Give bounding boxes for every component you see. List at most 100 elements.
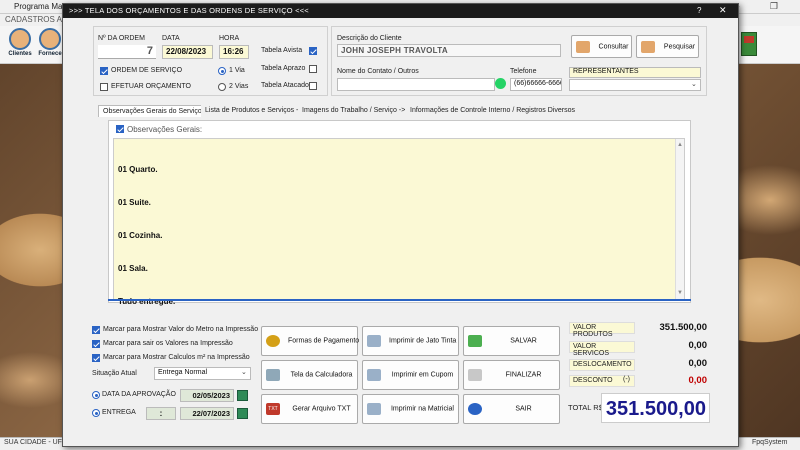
valor-produtos-label: VALOR PRODUTOS: [569, 322, 635, 338]
observacoes-textarea[interactable]: 01 Quarto. 01 Suite. 01 Cozinha. 01 Sala…: [113, 138, 685, 306]
data-aprovacao-label: DATA DA APROVAÇÃO: [102, 391, 176, 398]
data-aprovacao-radio[interactable]: [92, 391, 100, 399]
close-button[interactable]: ✕: [719, 5, 727, 16]
tabela-atacado-checkbox[interactable]: [309, 82, 317, 90]
phone-field[interactable]: (66)66666-6666: [510, 78, 562, 91]
whatsapp-icon[interactable]: [495, 78, 506, 89]
finalizar-button[interactable]: FINALIZAR: [463, 360, 560, 390]
two-copies-radio[interactable]: [218, 83, 226, 91]
tab-produtos[interactable]: Lista de Produtos e Serviços ->: [201, 105, 307, 117]
date-label: DATA: [162, 35, 180, 42]
orders-window-title: >>> TELA DOS ORÇAMENTOS E DAS ORDENS DE …: [69, 6, 309, 15]
sair-label: SAIR: [515, 405, 532, 413]
hour-label: HORA: [219, 35, 240, 42]
order-number-field[interactable]: 7: [98, 45, 156, 59]
tabela-aprazo-label: Tabela Aprazo: [261, 65, 306, 72]
date-field[interactable]: 22/08/2023: [162, 45, 213, 59]
finalizar-label: FINALIZAR: [505, 371, 542, 379]
calculadora-label: Tela da Calculadora: [290, 371, 353, 379]
total-label: TOTAL R$: [568, 403, 603, 412]
main-app-title: Programa Marc: [14, 2, 70, 11]
mostrar-valor-metro-checkbox[interactable]: [92, 326, 100, 334]
orders-window: >>> TELA DOS ORÇAMENTOS E DAS ORDENS DE …: [62, 3, 739, 447]
tab-controle-interno[interactable]: Informações de Controle Interno / Regist…: [406, 105, 579, 117]
deslocamento-value[interactable]: 0,00: [637, 358, 710, 371]
observacoes-checkbox[interactable]: [116, 125, 124, 133]
txt-file-icon: TXT: [266, 403, 280, 415]
imprimir-matricial-button[interactable]: Imprimir na Matricial: [362, 394, 459, 424]
scroll-up-icon[interactable]: ▲: [677, 140, 683, 151]
printer-icon: [367, 335, 381, 347]
efetuar-orcamento-checkbox[interactable]: [100, 83, 108, 91]
gerar-txt-button[interactable]: TXT Gerar Arquivo TXT: [261, 394, 358, 424]
obs-line: 01 Suite.: [118, 198, 151, 207]
menu-cadastros[interactable]: CADASTROS AR: [5, 15, 68, 24]
mostrar-valor-metro-label: Marcar para Mostrar Valor do Metro na Im…: [103, 326, 259, 333]
contact-label: Nome do Contato / Outros: [337, 68, 419, 75]
phone-label: Telefone: [510, 68, 537, 75]
client-desc-label: Descrição do Cliente: [337, 35, 402, 42]
deslocamento-label: DESLOCAMENTO: [569, 359, 635, 371]
entrega-radio[interactable]: [92, 409, 100, 417]
salvar-button[interactable]: SALVAR: [463, 326, 560, 356]
situacao-label: Situação Atual: [92, 370, 137, 377]
consultar-label: Consultar: [598, 43, 629, 50]
client-desc-field[interactable]: JOHN JOSEPH TRAVOLTA: [337, 44, 561, 57]
calendar-icon[interactable]: [237, 408, 248, 419]
pesquisar-button[interactable]: Pesquisar: [636, 35, 699, 58]
calculator-icon: [266, 369, 280, 381]
main-window-controls[interactable]: — ❐: [730, 1, 792, 12]
tabela-aprazo-checkbox[interactable]: [309, 65, 317, 73]
entrega-date-field[interactable]: 22/07/2023: [180, 407, 234, 420]
formas-pagamento-button[interactable]: Formas de Pagamento: [261, 326, 360, 356]
situacao-dropdown[interactable]: Entrega Normal: [154, 367, 251, 380]
sair-valores-checkbox[interactable]: [92, 340, 100, 348]
dot-matrix-printer-icon: [367, 403, 381, 415]
calendar-tool-icon[interactable]: [741, 32, 757, 56]
valor-servicos-value: 0,00: [688, 340, 708, 351]
contact-field[interactable]: [337, 78, 495, 91]
tabela-avista-checkbox[interactable]: [309, 47, 317, 55]
imprimir-cupom-label: Imprimir em Cupom: [391, 371, 454, 379]
imprimir-jato-button[interactable]: Imprimir de Jato Tinta: [362, 326, 459, 356]
exit-icon: [468, 403, 482, 415]
entrega-time-field[interactable]: :: [146, 407, 176, 420]
observacoes-header: Observações Gerais:: [127, 125, 203, 134]
status-city: SUA CIDADE - UF 2: [4, 439, 68, 446]
user-lookup-icon: [641, 40, 655, 53]
desconto-value[interactable]: 0,00: [637, 375, 710, 388]
representantes-dropdown[interactable]: [569, 79, 701, 91]
fornecedores-tool-button[interactable]: Fornece: [36, 28, 64, 62]
one-copy-radio[interactable]: [218, 67, 226, 75]
mostrar-calculos-label: Marcar para Mostrar Calculos m² na Impre…: [103, 354, 250, 361]
calendar-icon[interactable]: [237, 390, 248, 401]
salvar-label: SALVAR: [510, 337, 537, 345]
formas-pagamento-label: Formas de Pagamento: [288, 337, 360, 345]
obs-line: Tudo entregue.: [118, 297, 176, 306]
obs-line: 01 Quarto.: [118, 165, 158, 174]
consultar-button[interactable]: Consultar: [571, 35, 632, 58]
clientes-tool-label: Clientes: [8, 51, 32, 57]
save-icon: [468, 335, 482, 347]
mostrar-calculos-checkbox[interactable]: [92, 354, 100, 362]
user-search-icon: [576, 40, 590, 53]
panel-divider: [108, 299, 691, 301]
clientes-tool-button[interactable]: Clientes: [6, 28, 34, 62]
ordem-servico-label: ORDEM DE SERVIÇO: [111, 67, 183, 74]
tab-imagens[interactable]: Imagens do Trabalho / Serviço ->: [298, 105, 410, 117]
order-number-label: Nº DA ORDEM: [98, 35, 145, 42]
scroll-down-icon[interactable]: ▼: [677, 288, 683, 299]
obs-line: 01 Cozinha.: [118, 231, 163, 240]
imprimir-cupom-button[interactable]: Imprimir em Cupom: [362, 360, 459, 390]
ordem-servico-checkbox[interactable]: [100, 67, 108, 75]
help-button[interactable]: ?: [697, 6, 701, 15]
tab-observacoes[interactable]: Observações Gerais do Serviço ->: [98, 105, 216, 117]
data-aprovacao-field[interactable]: 02/05/2023: [180, 389, 234, 402]
hour-field[interactable]: 16:26: [219, 45, 249, 59]
observacoes-scrollbar[interactable]: ▲ ▼: [675, 139, 684, 300]
valor-produtos-value: 351.500,00: [659, 322, 707, 333]
receipt-printer-icon: [367, 369, 381, 381]
sair-button[interactable]: SAIR: [463, 394, 560, 424]
people-icon: [9, 28, 31, 50]
calculadora-button[interactable]: Tela da Calculadora: [261, 360, 358, 390]
